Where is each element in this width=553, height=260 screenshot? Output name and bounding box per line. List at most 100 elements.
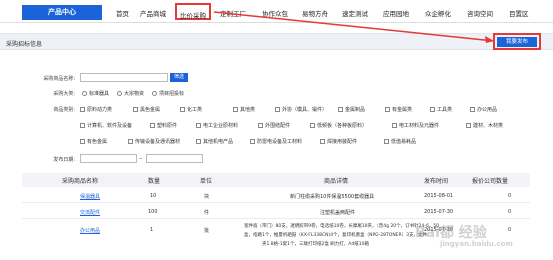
category-option[interactable]: 电工材料及元器件 [392, 122, 439, 129]
nav-item-quick-test[interactable]: 速定测试 [342, 8, 368, 18]
category-option[interactable]: 办公用品 [470, 106, 497, 113]
row-qty: 100 [148, 209, 158, 215]
checkbox-icon [385, 107, 390, 112]
category-option[interactable]: 建材、木材类 [466, 122, 503, 129]
row-detail: 新门柱缆采购10件保温5500套缆器具 [290, 194, 375, 200]
nav-item-price-compare-purchase[interactable]: 比价采购 [175, 3, 211, 20]
type-option-label: 大宗物资 [124, 91, 145, 97]
row-detail: 注塑机盖两配件 [320, 210, 356, 216]
checkbox-icon [80, 107, 85, 112]
type-option-standard[interactable]: 标准器具 [82, 90, 109, 97]
row-qty: 10 [150, 193, 157, 199]
row-quote-count: 0 [508, 193, 512, 199]
nav-item-custom-factory[interactable]: 定制工厂 [220, 8, 246, 18]
category-option[interactable]: 工具类 [430, 106, 452, 113]
category-option-label: 防雷电设备及工材料 [257, 139, 303, 145]
nav-item-app-garden[interactable]: 应用园地 [383, 8, 409, 18]
category-option[interactable]: 传输设备及通讯器材 [128, 138, 180, 145]
type-option-bulk[interactable]: 大宗物资 [117, 90, 144, 97]
column-header-detail: 商品详情 [324, 178, 349, 185]
category-option[interactable]: 焊接用装配件 [320, 138, 357, 145]
category-option[interactable]: 塑料原件 [150, 122, 177, 129]
category-option[interactable]: 黑色金属 [133, 106, 160, 113]
category-option[interactable]: 低频板（各种板原料） [310, 122, 367, 129]
checkbox-icon [392, 123, 397, 128]
date-start-input[interactable] [80, 154, 137, 163]
checkbox-icon [310, 123, 315, 128]
row-product-link[interactable]: 保温器具 [80, 193, 100, 200]
product-name-input[interactable] [80, 73, 168, 82]
category-option[interactable]: 金属制品 [338, 106, 365, 113]
row-divider [22, 218, 530, 219]
category-option[interactable]: 防雷电设备及工材料 [250, 138, 302, 145]
row-date: 2015-07-30 [424, 209, 454, 215]
category-option[interactable]: 化工类 [180, 106, 202, 113]
nav-item-crowdsource[interactable]: 协作众包 [262, 8, 288, 18]
top-nav: 产品中心 首页 产品商城 比价采购 定制工厂 协作众包 易物方舟 速定测试 应用… [0, 0, 553, 23]
category-option-label: 其他类 [240, 107, 256, 113]
row-detail-line: 盒，指路1个，推夏机硒鼓（KX-FL338CN)4个，复印机墨盒（NPG-28T… [244, 233, 428, 238]
nav-item-barter-ark[interactable]: 易物方舟 [302, 8, 328, 18]
brand-tab-product-center[interactable]: 产品中心 [22, 5, 102, 20]
section-title-bar: 采购招标信息 [0, 33, 553, 50]
row-unit: 块 [204, 194, 210, 200]
row-unit: 批 [204, 228, 210, 234]
category-option-label: 黑色金属 [140, 107, 161, 113]
category-option[interactable]: 原料动力类 [80, 106, 112, 113]
search-button[interactable]: 筛选 [170, 73, 188, 82]
category-option-label: 其他机电产品 [203, 139, 234, 145]
date-separator: -- [139, 156, 143, 162]
category-option-label: 原料动力类 [87, 107, 113, 113]
date-end-input[interactable] [146, 154, 203, 163]
category-option[interactable]: 有色金属 [80, 138, 107, 145]
row-unit: 件 [204, 210, 210, 216]
checkbox-icon [470, 107, 475, 112]
publish-button[interactable]: 我要发布 [497, 37, 537, 47]
column-header-quote-count: 报价公司数量 [472, 178, 509, 185]
category-option[interactable]: 电工企业原材料 [196, 122, 238, 129]
type-option-bidding[interactable]: 项目招投标 [152, 90, 184, 97]
checkbox-icon [275, 107, 280, 112]
category-option[interactable]: 其他机电产品 [196, 138, 233, 145]
category-option-label: 塑料原件 [157, 123, 178, 129]
row-product-link[interactable]: 交流配件 [80, 209, 100, 216]
category-option-label: 外协（模具、锻件） [282, 107, 328, 113]
category-option[interactable]: 外协（模具、锻件） [275, 106, 327, 113]
checkbox-icon [80, 123, 85, 128]
checkbox-icon [338, 107, 343, 112]
category-option[interactable]: 外围结配件 [258, 122, 290, 129]
checkbox-icon [466, 123, 471, 128]
category-option-label: 低频板（各种板原料） [317, 123, 368, 129]
row-detail-line: 宽件宿（带门）80支，透明胶带9卷，电话纸10卷，长摩尾10夹，（普4g 20个… [244, 224, 440, 229]
row-quote-count: 0 [508, 209, 512, 215]
category-option[interactable]: 低值易耗品 [384, 138, 416, 145]
column-header-unit: 单位 [200, 178, 213, 185]
category-option-label: 传输设备及通讯器材 [135, 139, 181, 145]
checkbox-icon [196, 139, 201, 144]
nav-item-home[interactable]: 首页 [116, 8, 129, 18]
checkbox-icon [128, 139, 133, 144]
checkbox-icon [80, 139, 85, 144]
product-name-label: 采购商品名称: [43, 76, 75, 82]
checkbox-icon [384, 139, 389, 144]
page-title: 采购招标信息 [6, 41, 43, 48]
category-option[interactable]: 有金属类 [385, 106, 412, 113]
publish-date-label: 发布日期: [53, 157, 75, 163]
nav-item-product-mall[interactable]: 产品商城 [140, 8, 166, 18]
row-detail-line: 夹1.8格-1套1个，三联打印纸2盒 刷力打，A4纸10箱 [262, 242, 369, 247]
category-option[interactable]: 计算机、软件及设备 [80, 122, 132, 129]
checkbox-icon [430, 107, 435, 112]
row-qty: 1 [150, 227, 154, 233]
row-product-link[interactable]: 办公用品 [80, 227, 100, 234]
checkbox-icon [133, 107, 138, 112]
type-option-label: 项目招投标 [159, 91, 185, 97]
checkbox-icon [258, 123, 263, 128]
category-option-label: 建材、木材类 [473, 123, 504, 129]
category-option-label: 电工企业原材料 [203, 123, 239, 129]
nav-item-incubation[interactable]: 众企孵化 [425, 8, 451, 18]
checkbox-icon [180, 107, 185, 112]
nav-item-consult-space[interactable]: 咨询空间 [467, 8, 493, 18]
category-option[interactable]: 其他类 [233, 106, 255, 113]
row-date: 2015-08-01 [424, 193, 454, 199]
nav-item-zone[interactable]: 目置区 [509, 8, 529, 18]
